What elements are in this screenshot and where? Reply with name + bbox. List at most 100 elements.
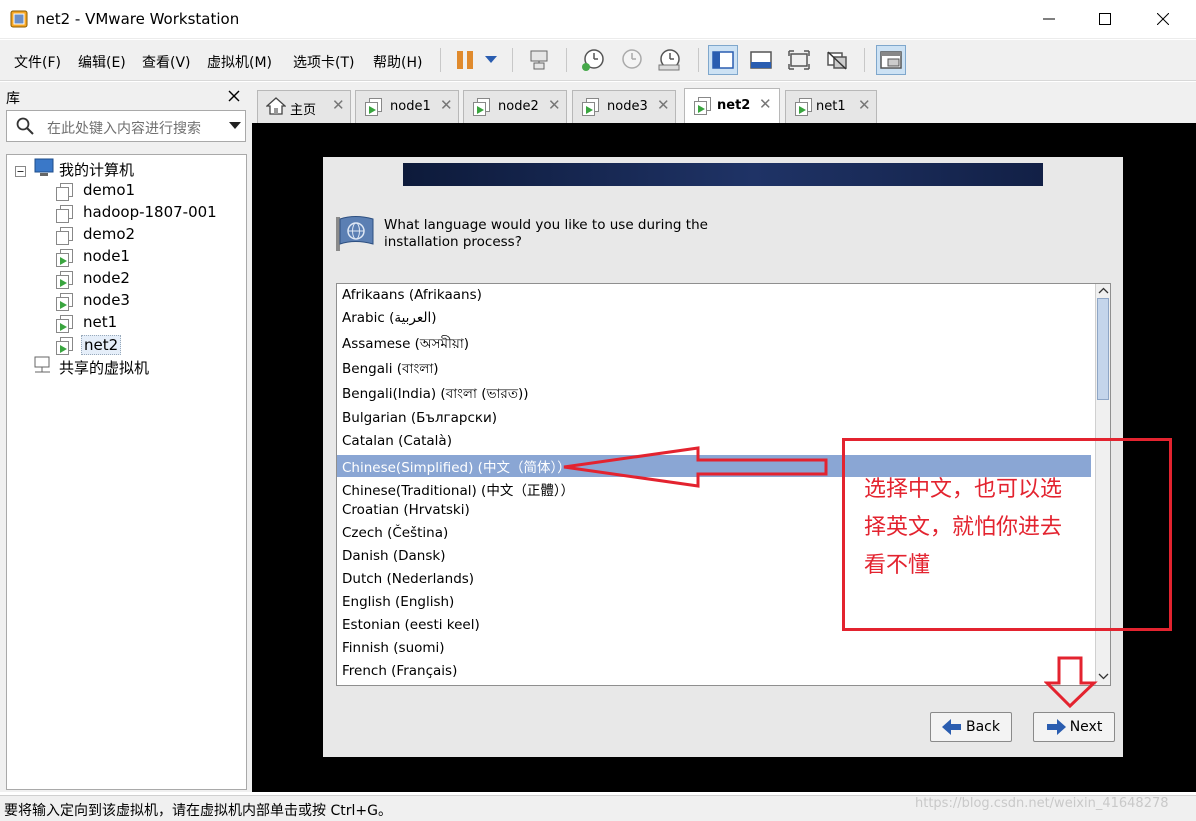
show-library-icon xyxy=(712,51,734,69)
tab-net1[interactable]: net1 ✕ xyxy=(785,90,877,123)
library-title: 库 xyxy=(6,91,20,107)
vm-running-icon xyxy=(55,292,75,312)
unity-icon xyxy=(827,51,847,70)
full-screen-button[interactable] xyxy=(784,45,814,75)
vm-running-icon xyxy=(581,97,601,121)
language-item[interactable]: Croatian (Hrvatski) xyxy=(342,502,470,518)
vm-running-icon xyxy=(693,96,713,120)
tab-label: net1 xyxy=(816,99,846,114)
language-question: What language would you like to use duri… xyxy=(384,217,708,251)
language-item[interactable]: Catalan (Català) xyxy=(342,433,452,449)
take-snapshot-button[interactable] xyxy=(578,45,608,75)
tree-item-demo1[interactable]: demo1 xyxy=(81,181,137,199)
language-item[interactable]: Assamese (অসমীয়া) xyxy=(342,333,469,356)
pause-button[interactable] xyxy=(450,45,480,75)
thumbnail-bar-icon xyxy=(750,51,772,69)
library-search-box[interactable]: 在此处键入内容进行搜索 xyxy=(6,110,246,142)
tree-item-node1[interactable]: node1 xyxy=(81,247,132,265)
annotation-left-arrow xyxy=(563,446,828,488)
language-item[interactable]: French (Français) xyxy=(342,663,457,679)
menu-vm[interactable]: 虚拟机(M) xyxy=(207,52,272,72)
language-item[interactable]: English (English) xyxy=(342,594,454,610)
tab-close-icon[interactable]: ✕ xyxy=(759,95,772,113)
language-item-selected[interactable]: Chinese(Simplified) (中文（简体）） xyxy=(342,456,571,476)
menu-help[interactable]: 帮助(H) xyxy=(373,52,422,72)
vm-icon xyxy=(55,204,75,224)
tree-item-my-computer[interactable]: 我的计算机 xyxy=(59,159,134,180)
tree-item-node3[interactable]: node3 xyxy=(81,291,132,309)
language-globe-icon xyxy=(336,216,374,251)
toolbar-separator xyxy=(566,48,567,72)
unity-button[interactable] xyxy=(822,45,852,75)
chevron-down-icon[interactable] xyxy=(229,122,241,130)
show-library-button[interactable] xyxy=(708,45,738,75)
minimize-button[interactable] xyxy=(1026,0,1072,38)
language-item[interactable]: Dutch (Nederlands) xyxy=(342,571,474,587)
home-icon xyxy=(266,97,286,115)
send-ctrl-alt-del-button[interactable] xyxy=(524,45,554,75)
tab-close-icon[interactable]: ✕ xyxy=(548,96,561,114)
tab-close-icon[interactable]: ✕ xyxy=(440,96,453,114)
annotation-line-2: 择英文，就怕你进去 xyxy=(864,515,1063,540)
dropdown-icon xyxy=(485,56,497,63)
vm-icon xyxy=(55,226,75,246)
language-item[interactable]: Finnish (suomi) xyxy=(342,640,445,656)
installer-banner xyxy=(403,163,1043,186)
back-button[interactable]: Back xyxy=(930,712,1012,742)
close-icon xyxy=(1157,13,1169,25)
maximize-button[interactable] xyxy=(1082,0,1128,38)
scroll-up-icon[interactable] xyxy=(1098,286,1109,296)
power-dropdown[interactable] xyxy=(478,45,504,75)
snapshot-manager-button[interactable] xyxy=(654,45,684,75)
tab-home[interactable]: 主页 ✕ xyxy=(257,90,351,123)
language-item[interactable]: Chinese(Traditional) (中文（正體）） xyxy=(342,479,574,499)
search-input[interactable]: 在此处键入内容进行搜索 xyxy=(47,118,201,138)
tree-item-net2[interactable]: net2 xyxy=(81,335,122,355)
tab-bar: 主页 ✕ node1 ✕ node2 ✕ node3 ✕ net2 ✕ net1… xyxy=(252,82,1196,123)
next-arrow-icon xyxy=(1046,719,1066,735)
console-view-icon xyxy=(880,51,902,69)
snapshot-icon xyxy=(582,49,604,71)
tab-close-icon[interactable]: ✕ xyxy=(332,96,345,114)
console-view-button[interactable] xyxy=(876,45,906,75)
tree-item-net1[interactable]: net1 xyxy=(81,313,119,331)
tab-close-icon[interactable]: ✕ xyxy=(858,96,871,114)
thumbnail-bar-button[interactable] xyxy=(746,45,776,75)
tab-node1[interactable]: node1 ✕ xyxy=(355,90,459,123)
language-item[interactable]: Arabic (العربية) xyxy=(342,310,437,326)
tree-item-node2[interactable]: node2 xyxy=(81,269,132,287)
tree-item-demo2[interactable]: demo2 xyxy=(81,225,137,243)
language-item[interactable]: Czech (Čeština) xyxy=(342,525,448,541)
question-line-1: What language would you like to use duri… xyxy=(384,217,708,233)
tree-collapse-toggle[interactable] xyxy=(15,165,26,181)
scrollbar-thumb[interactable] xyxy=(1097,298,1109,400)
language-item[interactable]: Estonian (eesti keel) xyxy=(342,617,480,633)
pause-icon xyxy=(457,51,473,69)
menu-file[interactable]: 文件(F) xyxy=(14,52,61,72)
language-item[interactable]: Bengali(India) (বাংলা (ভারত)) xyxy=(342,383,529,406)
annotation-text: 选择中文，也可以选 择英文，就怕你进去 看不懂 xyxy=(864,471,1164,585)
tab-node3[interactable]: node3 ✕ xyxy=(572,90,676,123)
language-item[interactable]: Bulgarian (Български) xyxy=(342,410,497,426)
next-button-label: Next xyxy=(1069,719,1103,735)
window-title: net2 - VMware Workstation xyxy=(36,10,240,28)
library-close-button[interactable] xyxy=(228,86,240,106)
scroll-down-icon[interactable] xyxy=(1098,671,1109,681)
close-button[interactable] xyxy=(1140,0,1186,38)
my-computer-icon xyxy=(34,158,54,176)
tab-net2[interactable]: net2 ✕ xyxy=(684,88,780,123)
menu-edit[interactable]: 编辑(E) xyxy=(78,52,126,72)
tab-close-icon[interactable]: ✕ xyxy=(657,96,670,114)
revert-snapshot-button[interactable] xyxy=(616,45,646,75)
language-item[interactable]: Afrikaans (Afrikaans) xyxy=(342,287,482,303)
next-button[interactable]: Next xyxy=(1033,712,1115,742)
menu-tabs[interactable]: 选项卡(T) xyxy=(293,52,354,72)
full-screen-icon xyxy=(788,50,810,70)
tab-node2[interactable]: node2 ✕ xyxy=(463,90,567,123)
tree-item-hadoop-1807-001[interactable]: hadoop-1807-001 xyxy=(81,203,219,221)
tree-item-shared-vms[interactable]: 共享的虚拟机 xyxy=(59,357,149,378)
language-item[interactable]: Bengali (বাংলা) xyxy=(342,358,439,381)
close-icon xyxy=(228,90,240,102)
menu-view[interactable]: 查看(V) xyxy=(142,52,191,72)
language-item[interactable]: Danish (Dansk) xyxy=(342,548,445,564)
